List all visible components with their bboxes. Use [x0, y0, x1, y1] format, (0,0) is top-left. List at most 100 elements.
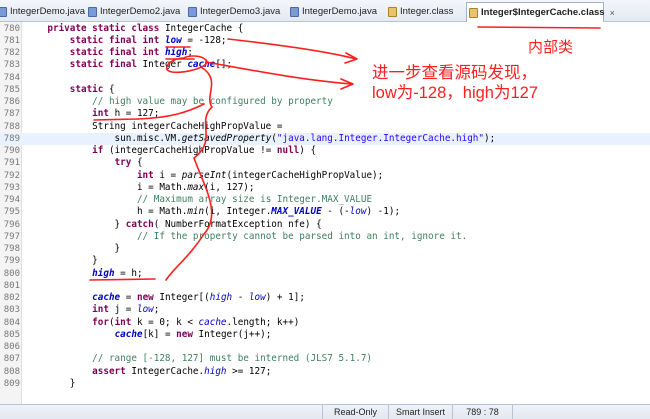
status-empty-slot	[512, 405, 572, 419]
code-line: 799 }	[0, 255, 650, 267]
java-file-icon	[290, 6, 299, 17]
code-line: 794 // Maximum array size is Integer.MAX…	[0, 194, 650, 206]
class-file-icon	[469, 7, 478, 18]
line-number: 809	[3, 378, 20, 389]
code-line: 785 static {	[0, 84, 650, 96]
code-text: assert IntegerCache.high >= 127;	[92, 365, 272, 377]
code-text: i = Math.max(i, 127);	[25, 181, 255, 193]
line-number: 780	[3, 23, 20, 34]
code-line: 790 if (integerCacheHighPropValue != nul…	[0, 145, 650, 157]
code-text: } catch( NumberFormatException nfe) {	[25, 218, 322, 230]
tab-label: Integer$IntegerCache.class	[481, 7, 605, 18]
code-text: static final int low = -128;	[69, 34, 227, 46]
code-line: 784	[0, 72, 650, 84]
line-number: 784	[3, 72, 20, 83]
line-number: 781	[3, 35, 20, 46]
code-text: // high value may be configured by prope…	[92, 96, 333, 107]
line-number: 789	[3, 133, 20, 144]
code-line: 782 static final int high;	[0, 47, 650, 59]
tab-label: IntegerDemo3.java	[200, 6, 281, 17]
code-text: // If the property cannot be parsed into…	[136, 230, 468, 242]
line-number: 797	[3, 231, 20, 242]
line-number: 798	[3, 244, 20, 254]
code-editor[interactable]: 780 private static class IntegerCache {7…	[0, 22, 650, 404]
status-bar: Read-Only Smart Insert 789 : 78	[0, 404, 650, 419]
code-text: }	[25, 243, 121, 254]
code-text: // Maximum array size is Integer.MAX_VAL…	[136, 194, 373, 205]
code-text: h = Math.min(i, Integer.MAX_VALUE - (-lo…	[25, 206, 401, 218]
code-text: String integerCacheHighPropValue =	[25, 120, 283, 132]
line-number: 802	[3, 293, 20, 303]
tab-integerdemo-java[interactable]: IntegerDemo.java	[0, 2, 85, 21]
code-line: 802 cache = new Integer[(high - low) + 1…	[0, 292, 650, 304]
code-text: high = h;	[92, 267, 143, 279]
code-text: static {	[69, 83, 115, 95]
code-text: static final int high;	[69, 47, 193, 58]
line-number: 808	[3, 366, 20, 377]
code-line: 806	[0, 341, 650, 353]
code-line: 781 static final int low = -128;	[0, 35, 650, 47]
line-number: 795	[3, 207, 20, 218]
code-text: int j = low;	[92, 304, 160, 316]
code-line: 789 sun.misc.VM.getSavedProperty("java.l…	[0, 132, 650, 145]
editor-tab-bar: IntegerDemo.java IntegerDemo2.java Integ…	[0, 0, 650, 22]
line-number: 792	[3, 170, 20, 181]
code-line: 807 // range [-128, 127] must be interne…	[0, 353, 650, 365]
code-line: 788 String integerCacheHighPropValue =	[0, 121, 650, 133]
code-text: if (integerCacheHighPropValue != null) {	[92, 145, 317, 156]
line-number: 788	[3, 121, 20, 132]
code-line: 805 cache[k] = new Integer(j++);	[0, 329, 650, 341]
code-line: 809 }	[0, 378, 650, 390]
code-line: 791 try {	[0, 157, 650, 169]
code-line: 797 // If the property cannot be parsed …	[0, 231, 650, 243]
line-number: 785	[3, 84, 20, 95]
line-number: 805	[3, 329, 20, 340]
line-number: 804	[3, 317, 20, 328]
code-line: 783 static final Integer cache[];	[0, 59, 650, 71]
code-line: 801	[0, 280, 650, 292]
close-tab-icon[interactable]: ×	[610, 8, 615, 18]
tab-integerdemo-java-2[interactable]: IntegerDemo.java	[288, 2, 384, 21]
line-number: 782	[3, 48, 20, 58]
tab-label: IntegerDemo.java	[10, 6, 85, 17]
code-text: int i = parseInt(integerCacheHighPropVal…	[136, 169, 384, 181]
tab-integer-integercache-class[interactable]: Integer$IntegerCache.class ×	[466, 2, 615, 22]
tab-integerdemo2-java[interactable]: IntegerDemo2.java	[86, 2, 184, 21]
line-number: 794	[3, 195, 20, 205]
line-number: 806	[3, 342, 20, 352]
code-line: 795 h = Math.min(i, Integer.MAX_VALUE - …	[0, 206, 650, 218]
code-text: for(int k = 0; k < cache.length; k++)	[92, 316, 300, 328]
code-text: static final Integer cache[];	[69, 59, 233, 71]
code-line: 803 int j = low;	[0, 304, 650, 316]
line-number: 783	[3, 60, 20, 71]
code-text: try {	[114, 157, 143, 169]
code-text: }	[25, 377, 76, 389]
java-file-icon	[188, 6, 197, 17]
line-number: 787	[3, 109, 20, 120]
java-file-icon	[0, 6, 7, 17]
code-line: 793 i = Math.max(i, 127);	[0, 182, 650, 194]
tab-integer-class[interactable]: Integer.class	[386, 2, 464, 21]
line-number: 801	[3, 280, 20, 291]
code-line: 780 private static class IntegerCache {	[0, 23, 650, 35]
code-line: 804 for(int k = 0; k < cache.length; k++…	[0, 317, 650, 329]
line-number: 786	[3, 97, 20, 107]
code-text: cache = new Integer[(high - low) + 1];	[92, 292, 305, 303]
line-number: 793	[3, 182, 20, 193]
java-file-icon	[88, 6, 97, 17]
line-number: 790	[3, 146, 20, 156]
status-cursor-position: 789 : 78	[452, 405, 512, 419]
class-file-icon	[388, 6, 397, 17]
code-line: 792 int i = parseInt(integerCacheHighPro…	[0, 170, 650, 182]
line-number: 800	[3, 268, 20, 279]
code-line: 800 high = h;	[0, 268, 650, 280]
tab-integerdemo3-java[interactable]: IntegerDemo3.java	[186, 2, 284, 21]
line-number: 803	[3, 305, 20, 316]
code-line: 787 int h = 127;	[0, 108, 650, 120]
status-read-only: Read-Only	[322, 405, 388, 419]
code-line: 786 // high value may be configured by p…	[0, 96, 650, 108]
code-text: // range [-128, 127] must be interned (J…	[92, 353, 373, 365]
code-text: private static class IntegerCache {	[47, 22, 244, 34]
code-text: int h = 127;	[92, 108, 160, 120]
code-text: }	[25, 255, 98, 267]
